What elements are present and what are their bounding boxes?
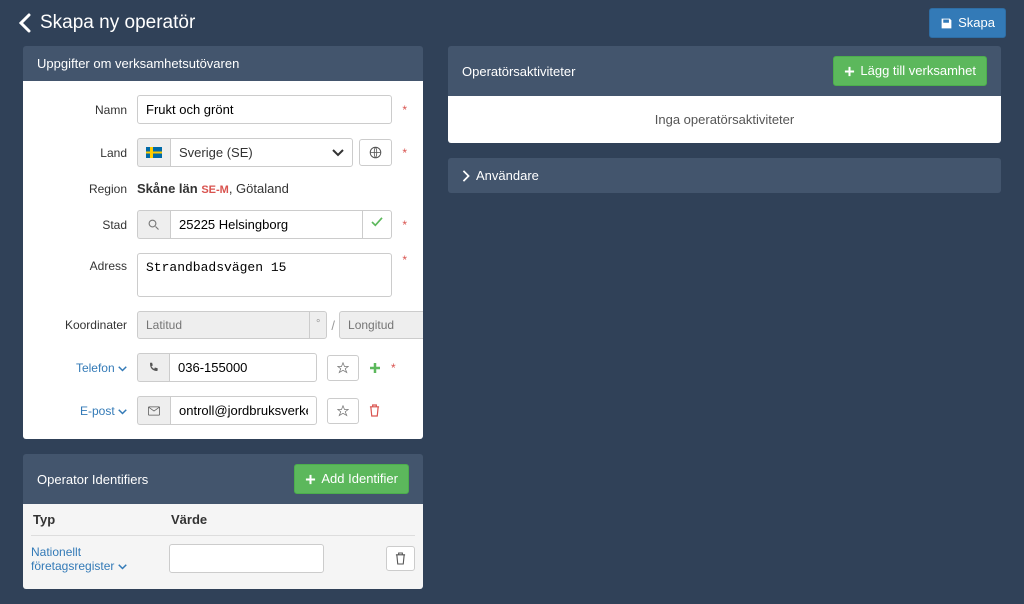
delete-identifier-button[interactable] (386, 546, 415, 571)
mail-icon (137, 396, 170, 425)
required-marker: * (402, 218, 407, 232)
region-value: Skåne län SE-M, Götaland (137, 181, 289, 196)
trash-icon[interactable] (369, 404, 380, 417)
users-panel-toggle[interactable]: Användare (448, 158, 1001, 193)
add-identifier-label: Add Identifier (321, 470, 398, 488)
longitude-input-wrap: ° (339, 311, 423, 339)
activities-panel-title: Operatörsaktiviteter (462, 64, 575, 79)
identifier-type-select[interactable]: Nationellt företagsregister (31, 545, 161, 573)
required-marker: * (402, 146, 407, 160)
country-select-value: Sverige (SE) (179, 145, 253, 160)
coord-separator: / (331, 318, 335, 333)
plus-icon (305, 474, 316, 485)
add-activity-label: Lägg till verksamhet (860, 62, 976, 80)
latitude-input[interactable] (138, 312, 309, 338)
chevron-right-icon (462, 170, 470, 182)
phone-icon (137, 353, 169, 382)
label-region: Region (39, 182, 127, 196)
add-activity-button[interactable]: Lägg till verksamhet (833, 56, 987, 86)
chevron-down-icon (118, 409, 127, 415)
add-identifier-button[interactable]: Add Identifier (294, 464, 409, 494)
page-title: Skapa ny operatör (40, 12, 195, 34)
plus-icon (844, 66, 855, 77)
country-flag-icon (137, 138, 170, 167)
country-select[interactable]: Sverige (SE) (170, 138, 353, 167)
create-button[interactable]: Skapa (929, 8, 1006, 38)
required-marker: * (402, 103, 407, 117)
identifiers-table-header: Typ Värde (31, 504, 415, 536)
label-name: Namn (39, 103, 127, 117)
check-icon (363, 210, 392, 239)
col-header-type: Typ (31, 512, 171, 527)
details-panel-title: Uppgifter om verksamhetsutövaren (37, 56, 239, 71)
operator-details-panel: Uppgifter om verksamhetsutövaren Namn * … (23, 46, 423, 439)
city-input[interactable] (170, 210, 363, 239)
phone-input[interactable] (169, 353, 317, 382)
label-phone[interactable]: Telefon (39, 361, 127, 375)
plus-icon[interactable] (369, 362, 381, 374)
chevron-down-icon (118, 564, 127, 570)
favorite-button[interactable] (327, 398, 359, 424)
address-input[interactable]: Strandbadsvägen 15 (137, 253, 392, 297)
longitude-input[interactable] (340, 312, 423, 338)
users-panel-title: Användare (476, 168, 539, 183)
chevron-down-icon (332, 149, 344, 157)
identifier-value-input[interactable] (169, 544, 324, 573)
create-button-label: Skapa (958, 14, 995, 32)
col-header-value: Värde (171, 512, 415, 527)
label-coords: Koordinater (39, 318, 127, 332)
latitude-input-wrap: ° (137, 311, 327, 339)
globe-button[interactable] (359, 139, 392, 166)
chevron-down-icon (118, 366, 127, 372)
required-marker: * (402, 253, 407, 267)
identifiers-panel-title: Operator Identifiers (37, 472, 148, 487)
back-icon[interactable] (18, 13, 32, 33)
favorite-button[interactable] (327, 355, 359, 381)
save-icon (940, 17, 953, 30)
operator-identifiers-panel: Operator Identifiers Add Identifier Typ … (23, 454, 423, 589)
no-activities-text: Inga operatörsaktiviteter (655, 112, 794, 127)
label-email[interactable]: E-post (39, 404, 127, 418)
required-marker: * (391, 361, 396, 375)
degree-icon: ° (309, 312, 326, 338)
label-city: Stad (39, 218, 127, 232)
operator-activities-panel: Operatörsaktiviteter Lägg till verksamhe… (448, 46, 1001, 143)
search-icon (137, 210, 170, 239)
email-input[interactable] (170, 396, 317, 425)
name-input[interactable] (137, 95, 392, 124)
identifier-row: Nationellt företagsregister (31, 536, 415, 581)
label-country: Land (39, 146, 127, 160)
label-address: Adress (39, 253, 127, 273)
